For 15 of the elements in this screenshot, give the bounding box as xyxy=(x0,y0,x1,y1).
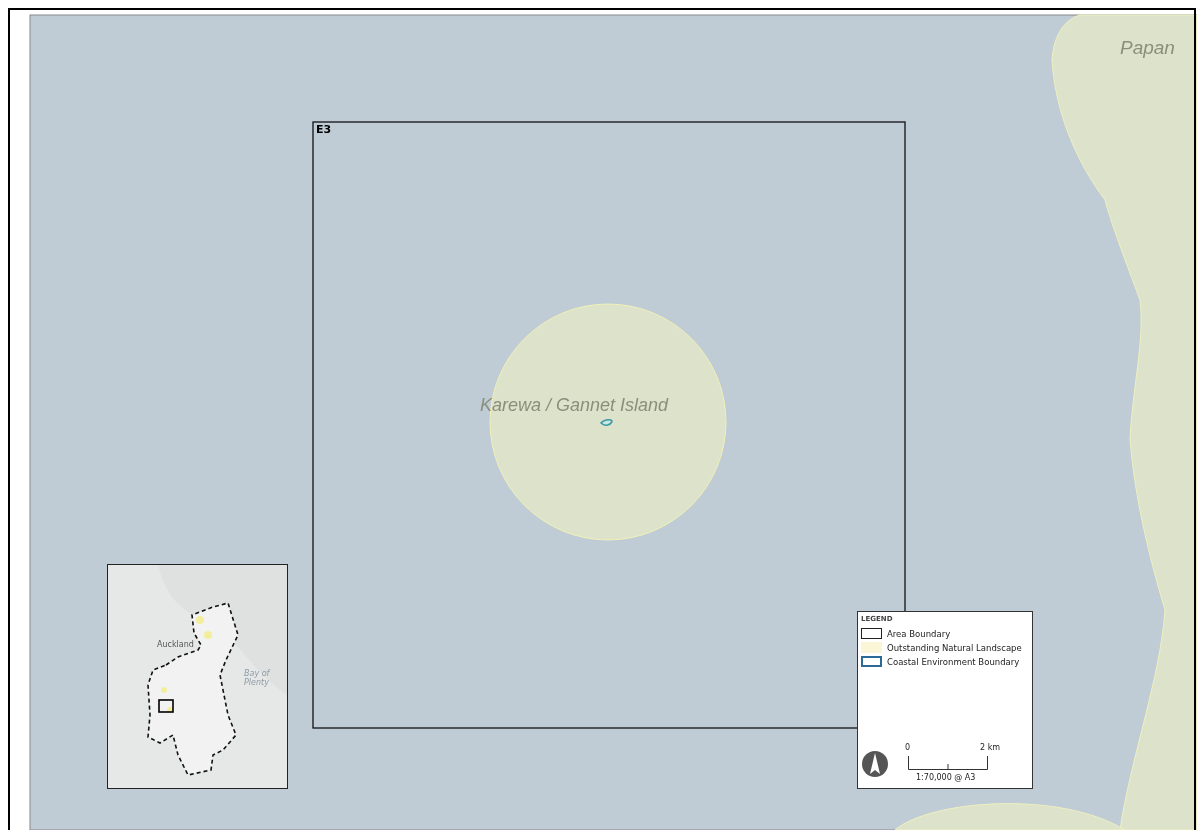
island-outline xyxy=(600,418,613,426)
legend-label: Coastal Environment Boundary xyxy=(887,656,1020,667)
place-label: Papan xyxy=(1120,38,1175,57)
scale-label: 0 xyxy=(905,743,911,752)
area-label: E3 xyxy=(316,124,332,135)
legend-swatch xyxy=(861,642,882,653)
legend-swatch xyxy=(861,628,882,639)
legend-label: Area Boundary xyxy=(887,628,951,639)
place-label: Bay of Plenty xyxy=(244,670,272,688)
scale-label: 2 km xyxy=(980,743,1001,752)
legend-swatch xyxy=(861,656,882,667)
place-label: Karewa / Gannet Island xyxy=(480,396,669,414)
place-label: Auckland xyxy=(157,641,194,650)
scale-ratio: 1:70,000 @ A3 xyxy=(916,773,976,782)
legend-label: Outstanding Natural Landscape xyxy=(887,642,1022,653)
